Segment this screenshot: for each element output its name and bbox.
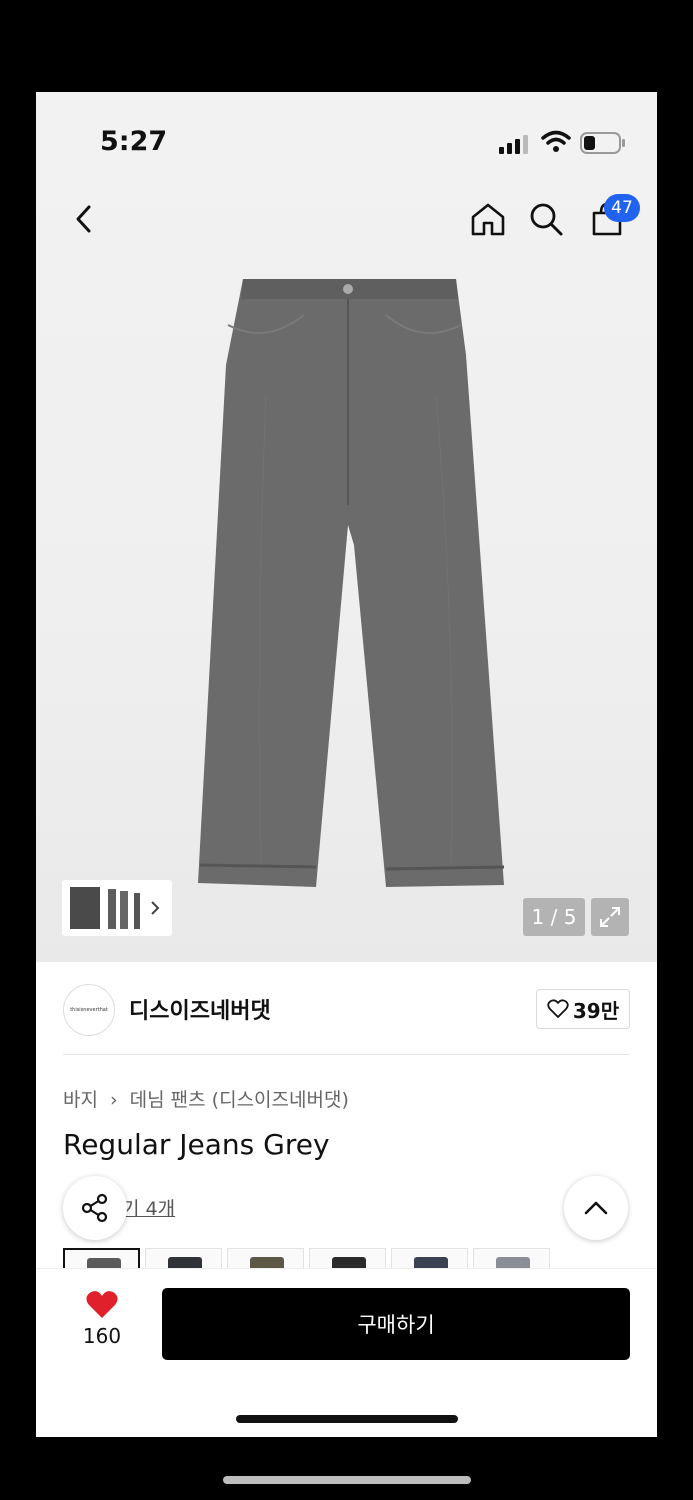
status-time: 5:27 bbox=[100, 126, 168, 157]
outer-home-indicator bbox=[223, 1476, 471, 1484]
breadcrumb-subcategory[interactable]: 데님 팬츠 (디스이즈네버댓) bbox=[130, 1089, 349, 1111]
image-counter: 1 / 5 bbox=[523, 898, 585, 936]
chevron-up-icon bbox=[584, 1201, 608, 1215]
color-swatch-image bbox=[250, 1257, 284, 1268]
back-button[interactable] bbox=[64, 199, 104, 239]
product-image-gallery[interactable]: 5:27 47 1 / 5 bbox=[36, 92, 657, 962]
share-button[interactable] bbox=[63, 1176, 127, 1240]
thumbnail-image bbox=[70, 887, 140, 929]
breadcrumb-category[interactable]: 바지 bbox=[63, 1089, 98, 1111]
color-option[interactable] bbox=[227, 1248, 304, 1268]
expand-icon bbox=[600, 907, 620, 927]
cart-count-badge: 47 bbox=[604, 194, 640, 222]
thumbnail-strip[interactable] bbox=[62, 880, 172, 936]
color-swatch-image bbox=[332, 1257, 366, 1268]
like-button[interactable]: 160 bbox=[72, 1290, 132, 1354]
home-icon bbox=[471, 203, 505, 236]
search-button[interactable] bbox=[526, 199, 566, 239]
color-swatch-image bbox=[496, 1257, 530, 1268]
color-swatch-image bbox=[87, 1258, 121, 1268]
brand-name[interactable]: 디스이즈네버댓 bbox=[129, 993, 271, 1025]
brand-logo[interactable]: thisisneverthat bbox=[63, 984, 115, 1036]
color-option[interactable] bbox=[391, 1248, 468, 1268]
review-link[interactable]: 기 4개 bbox=[122, 1194, 175, 1221]
expand-button[interactable] bbox=[591, 898, 629, 936]
product-title: Regular Jeans Grey bbox=[63, 1128, 330, 1161]
divider bbox=[63, 1054, 629, 1055]
chevron-right-icon bbox=[151, 901, 160, 915]
scroll-top-button[interactable] bbox=[564, 1176, 628, 1240]
like-count: 160 bbox=[82, 1324, 122, 1348]
color-swatch-image bbox=[168, 1257, 202, 1268]
brand-like-count: 39만 bbox=[572, 998, 620, 1023]
battery-icon bbox=[580, 132, 625, 154]
product-image bbox=[198, 279, 505, 887]
brand-like-button[interactable]: 39만 bbox=[536, 989, 630, 1029]
chevron-left-icon bbox=[76, 205, 91, 233]
breadcrumb: 바지 › 데님 팬츠 (디스이즈네버댓) bbox=[63, 1085, 349, 1112]
color-option[interactable] bbox=[145, 1248, 222, 1268]
color-option[interactable] bbox=[309, 1248, 386, 1268]
signal-icon bbox=[499, 135, 528, 154]
heart-outline-icon bbox=[547, 999, 569, 1018]
color-options bbox=[63, 1248, 657, 1268]
home-button[interactable] bbox=[468, 199, 508, 239]
buy-button[interactable]: 구매하기 bbox=[162, 1288, 630, 1360]
heart-filled-icon bbox=[86, 1291, 118, 1318]
search-icon bbox=[530, 203, 563, 236]
color-option[interactable] bbox=[63, 1248, 140, 1268]
app-screen: 5:27 47 1 / 5 thisisneverthat 디스이즈네버댓 39… bbox=[36, 92, 657, 1437]
color-swatch-image bbox=[414, 1257, 448, 1268]
wifi-icon bbox=[541, 130, 571, 152]
color-option[interactable] bbox=[473, 1248, 550, 1268]
home-indicator bbox=[236, 1415, 458, 1423]
share-icon bbox=[81, 1193, 108, 1223]
chevron-right-icon: › bbox=[110, 1089, 118, 1111]
